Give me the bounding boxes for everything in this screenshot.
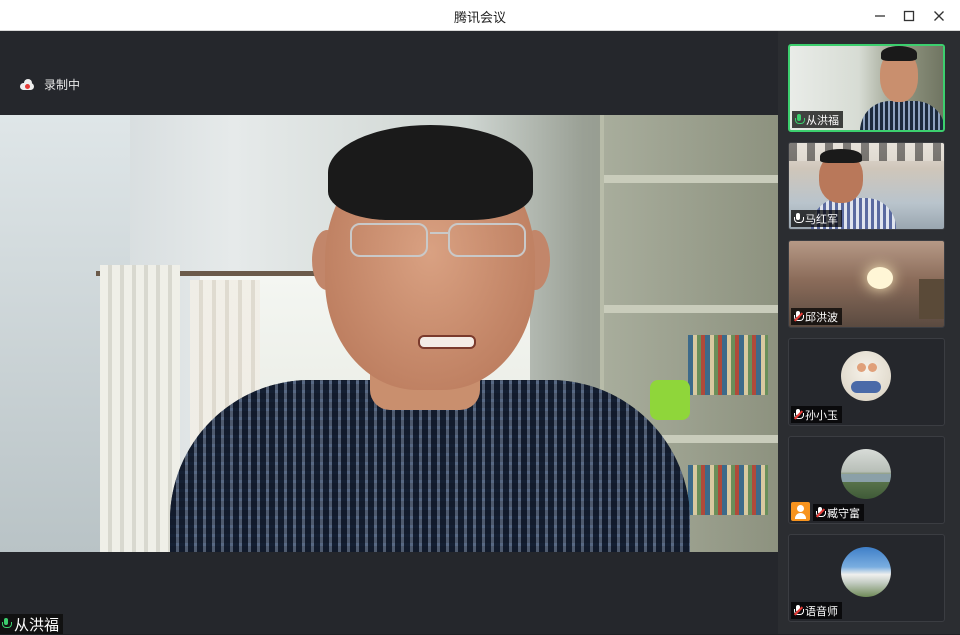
close-icon[interactable]: [927, 4, 951, 28]
mic-speaking-icon: [2, 618, 12, 630]
participant-tile[interactable]: 从洪福: [788, 44, 945, 132]
mic-muted-icon: [793, 408, 804, 421]
avatar: [841, 351, 891, 401]
participant-tag: 孙小玉: [791, 406, 842, 423]
participant-tag: 臧守富: [813, 504, 864, 521]
participant-tile[interactable]: 孙小玉: [788, 338, 945, 426]
participant-tag: 邱洪波: [791, 308, 842, 325]
speaker-video: [0, 115, 778, 552]
avatar: [841, 449, 891, 499]
participant-name: 马红军: [805, 212, 838, 226]
main-speaker-tag: 从洪福: [0, 614, 64, 634]
phone-user-icon: [791, 502, 810, 521]
title-bar: 腾讯会议: [0, 0, 960, 31]
recording-indicator[interactable]: 录制中: [18, 76, 80, 93]
participant-tile[interactable]: 语音师: [788, 534, 945, 622]
main-speaker-name: 从洪福: [14, 615, 60, 634]
mic-speaking-icon: [795, 113, 805, 126]
participant-name: 邱洪波: [805, 310, 838, 324]
participant-name: 臧守富: [827, 506, 860, 520]
participant-name: 语音师: [805, 604, 838, 618]
speaker-figure: [150, 125, 710, 552]
minimize-icon[interactable]: [868, 4, 892, 28]
main-video-area[interactable]: 录制中 从洪福: [0, 31, 778, 634]
participant-tile[interactable]: 邱洪波: [788, 240, 945, 328]
maximize-icon[interactable]: [897, 4, 921, 28]
mic-on-icon: [794, 212, 804, 225]
participant-tag: 从洪福: [792, 111, 843, 128]
cloud-record-icon: [18, 78, 36, 91]
mic-muted-icon: [793, 604, 804, 617]
participant-name: 从洪福: [806, 113, 839, 127]
window-title: 腾讯会议: [453, 11, 506, 26]
participant-gallery[interactable]: 从洪福 马红军 邱洪波 孙小玉 臧守富 语音师: [778, 31, 960, 634]
participant-name: 孙小玉: [805, 408, 838, 422]
participant-tile[interactable]: 臧守富: [788, 436, 945, 524]
participant-tag: 语音师: [791, 602, 842, 619]
participant-tile[interactable]: 马红军: [788, 142, 945, 230]
recording-label: 录制中: [44, 78, 81, 92]
avatar: [841, 547, 891, 597]
mic-muted-icon: [793, 310, 804, 323]
participant-tag: 马红军: [791, 210, 842, 227]
mic-muted-icon: [815, 506, 826, 519]
